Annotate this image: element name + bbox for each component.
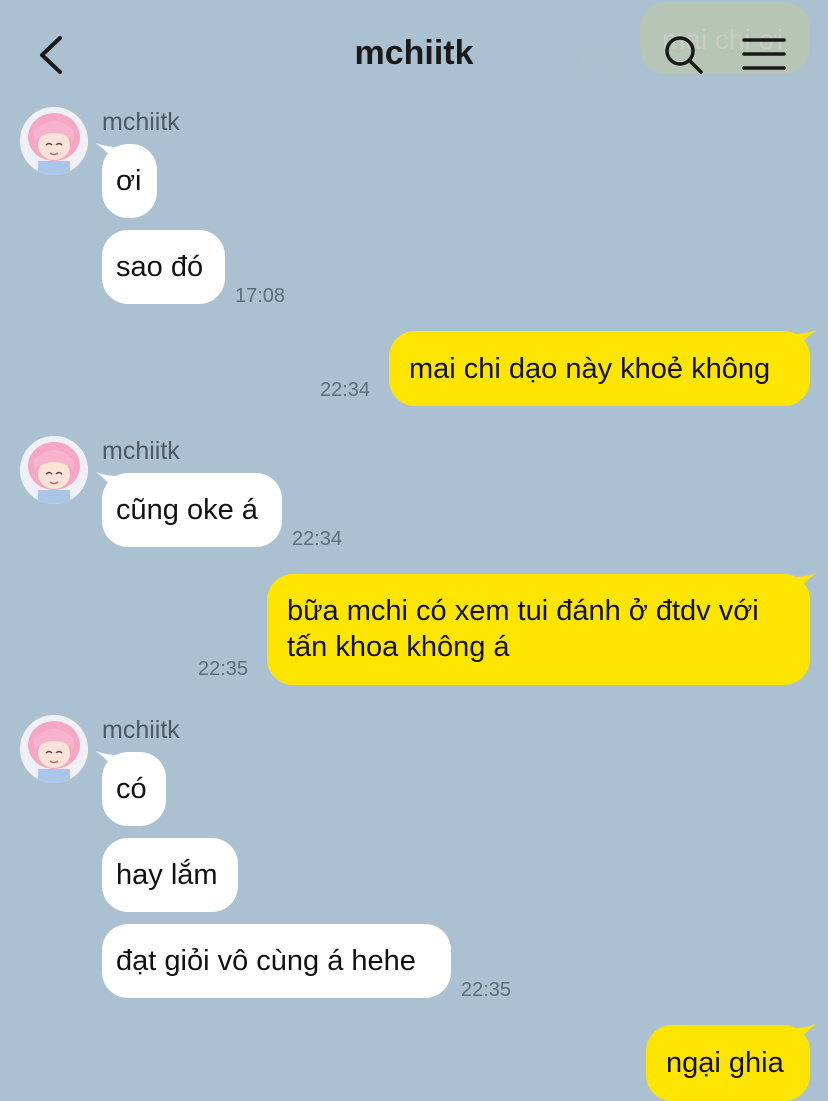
- incoming-message-bubble[interactable]: đạt giỏi vô cùng á hehe: [102, 924, 451, 998]
- message-text: mai chi dạo này khoẻ không: [409, 353, 771, 385]
- message-text: ơi: [116, 165, 142, 197]
- outgoing-message-bubble[interactable]: bữa mchi có xem tui đánh ở đtdv với tấn …: [267, 574, 810, 685]
- message-time: 22:34: [292, 528, 343, 550]
- message-time: 22:34: [320, 379, 371, 401]
- message-text: có: [116, 773, 147, 805]
- avatar[interactable]: [20, 715, 88, 783]
- outgoing-message-bubble[interactable]: ngại ghia: [646, 1025, 810, 1101]
- message-text: ngại ghia: [666, 1047, 784, 1079]
- avatar-icon: [20, 436, 88, 504]
- sender-name: mchiitk: [102, 437, 180, 465]
- avatar-icon: [20, 715, 88, 783]
- incoming-message-bubble[interactable]: cũng oke á: [102, 473, 282, 547]
- search-icon: [665, 36, 703, 74]
- sender-name: mchiitk: [102, 716, 180, 744]
- menu-icon: [742, 38, 786, 70]
- message-text: sao đó: [116, 251, 204, 283]
- message-text: hay lắm: [116, 859, 218, 891]
- message-text: bữa mchi có xem tui đánh ở đtdv với tấn …: [287, 595, 759, 663]
- avatar-icon: [20, 107, 88, 175]
- avatar[interactable]: [20, 107, 88, 175]
- message-time: 17:08: [235, 285, 286, 307]
- message-time: 22:35: [198, 658, 249, 680]
- message-text: cũng oke á: [116, 494, 258, 526]
- message-time: 22:35: [461, 979, 512, 1001]
- sender-name: mchiitk: [102, 108, 180, 136]
- outgoing-message-bubble[interactable]: mai chi dạo này khoẻ không: [389, 331, 810, 406]
- avatar[interactable]: [20, 436, 88, 504]
- incoming-message-bubble[interactable]: sao đó: [102, 230, 225, 304]
- incoming-message-bubble[interactable]: có: [102, 752, 166, 826]
- incoming-message-bubble[interactable]: ơi: [102, 144, 157, 218]
- chat-header: mai chị ơi 17:07 mchiitk: [0, 0, 828, 110]
- incoming-message-bubble[interactable]: hay lắm: [102, 838, 238, 912]
- message-text: đạt giỏi vô cùng á hehe: [116, 945, 416, 977]
- menu-button[interactable]: [740, 34, 790, 74]
- search-button[interactable]: [660, 32, 708, 78]
